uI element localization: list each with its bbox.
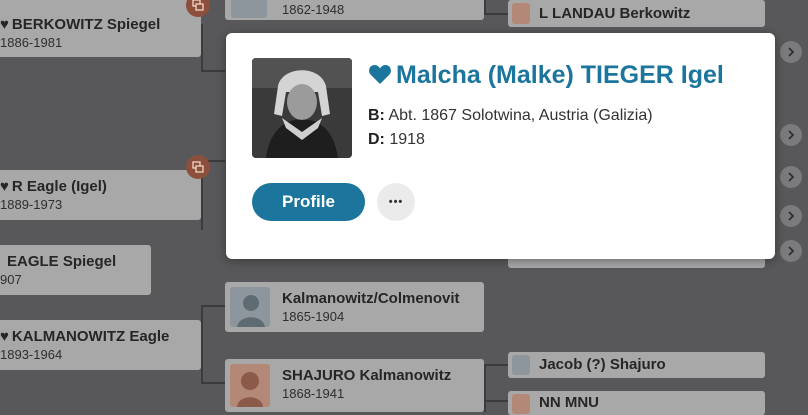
person-dates: 1862-1948 bbox=[282, 2, 345, 17]
heart-icon bbox=[369, 65, 391, 84]
person-name: Jacob (?) Shajuro bbox=[539, 356, 666, 373]
connector-line bbox=[484, 13, 508, 15]
person-card-landau[interactable]: L LANDAU Berkowitz bbox=[508, 0, 765, 27]
person-name: KALMANOWITZ Eagle bbox=[11, 328, 170, 345]
birth-value: Abt. 1867 Solotwina, Austria (Galizia) bbox=[388, 107, 653, 124]
chevron-right-icon bbox=[788, 172, 795, 182]
person-dates: 907 bbox=[0, 272, 22, 287]
male-avatar-icon bbox=[231, 0, 267, 18]
connector-line bbox=[484, 400, 508, 402]
chevron-right-icon bbox=[788, 47, 795, 57]
heart-icon: ♥ bbox=[0, 16, 9, 33]
popup-person-name[interactable]: Malcha (Malke) TIEGER Igel bbox=[396, 61, 724, 89]
person-card-shajuro-kalmanowitz[interactable]: SHAJURO Kalmanowitz 1868-1941 bbox=[225, 359, 484, 412]
person-name: EAGLE Spiegel bbox=[7, 253, 117, 270]
profile-button[interactable]: Profile bbox=[252, 183, 365, 221]
person-card-nn-mnu[interactable]: NN MNU bbox=[508, 391, 765, 415]
person-dates: 1889-1973 bbox=[0, 197, 63, 212]
chevron-right-icon bbox=[788, 211, 795, 221]
death-value: 1918 bbox=[389, 131, 425, 148]
heart-icon: ♥ bbox=[0, 178, 9, 195]
male-avatar-icon bbox=[512, 355, 530, 375]
birth-fact: B: Abt. 1867 Solotwina, Austria (Galizia… bbox=[368, 107, 653, 125]
person-dates: 1893-1964 bbox=[0, 347, 63, 362]
person-photo bbox=[252, 58, 352, 158]
person-card-kalmanowitz-colmenovit[interactable]: Kalmanowitz/Colmenovit 1865-1904 bbox=[225, 282, 484, 332]
expand-arrow-button[interactable] bbox=[780, 166, 802, 188]
connector-line bbox=[201, 305, 203, 383]
record-hint-icon bbox=[192, 0, 204, 11]
connector-line bbox=[201, 305, 225, 307]
male-avatar-icon bbox=[230, 287, 270, 327]
chevron-right-icon bbox=[788, 130, 795, 140]
heart-icon: ♥ bbox=[0, 328, 9, 345]
chevron-right-icon bbox=[788, 246, 795, 256]
expand-arrow-button[interactable] bbox=[780, 205, 802, 227]
person-name: R Eagle (Igel) bbox=[11, 178, 107, 195]
person-dates: 1865-1904 bbox=[282, 309, 345, 324]
more-options-button[interactable]: ••• bbox=[377, 183, 415, 221]
person-card-eagle-spiegel[interactable]: EAGLE Spiegel 907 bbox=[0, 245, 151, 295]
connector-line bbox=[201, 24, 203, 72]
connector-line bbox=[201, 70, 225, 72]
female-avatar-icon bbox=[512, 394, 530, 414]
expand-arrow-button[interactable] bbox=[780, 240, 802, 262]
connector-line bbox=[484, 364, 486, 412]
connector-line bbox=[201, 382, 225, 384]
hint-badge-icon[interactable] bbox=[186, 0, 210, 17]
record-hint-icon bbox=[192, 161, 204, 173]
birth-label: B: bbox=[368, 107, 385, 124]
person-name: Kalmanowitz/Colmenovit bbox=[282, 290, 460, 307]
more-dots-icon: ••• bbox=[388, 196, 404, 208]
death-label: D: bbox=[368, 131, 385, 148]
expand-arrow-button[interactable] bbox=[780, 124, 802, 146]
person-name: NN MNU bbox=[539, 394, 599, 411]
person-card-jacob-shajuro[interactable]: Jacob (?) Shajuro bbox=[508, 352, 765, 378]
connector-line bbox=[484, 364, 508, 366]
expand-arrow-button[interactable] bbox=[780, 41, 802, 63]
person-card-top-middle[interactable]: 1862-1948 bbox=[225, 0, 484, 20]
person-card-berkowitz[interactable]: ♥ BERKOWITZ Spiegel 1886-1981 bbox=[0, 0, 201, 57]
death-fact: D: 1918 bbox=[368, 131, 425, 149]
person-dates: 1886-1981 bbox=[0, 35, 63, 50]
person-card-kalmanowitz-eagle[interactable]: ♥ KALMANOWITZ Eagle 1893-1964 bbox=[0, 320, 201, 370]
person-name: BERKOWITZ Spiegel bbox=[11, 16, 161, 33]
female-avatar-icon bbox=[230, 364, 270, 407]
person-card-eagle-igel[interactable]: ♥ R Eagle (Igel) 1889-1973 bbox=[0, 170, 201, 220]
hint-badge-icon[interactable] bbox=[186, 155, 210, 179]
connector-line bbox=[484, 0, 486, 14]
person-popup: Malcha (Malke) TIEGER Igel B: Abt. 1867 … bbox=[226, 33, 775, 259]
person-name: SHAJURO Kalmanowitz bbox=[282, 367, 452, 384]
female-avatar-icon bbox=[512, 3, 530, 24]
person-name: L LANDAU Berkowitz bbox=[539, 5, 691, 22]
person-dates: 1868-1941 bbox=[282, 386, 345, 401]
